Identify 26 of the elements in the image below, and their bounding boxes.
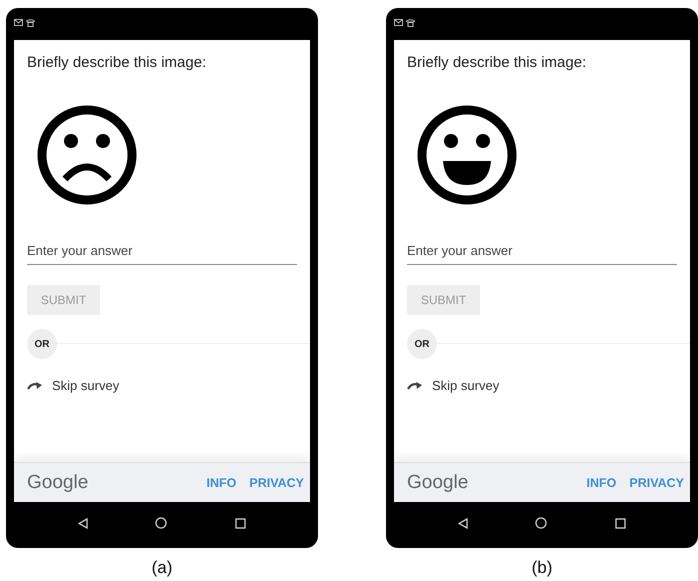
brand-logo-text: Google	[27, 472, 88, 494]
phone-icon	[406, 19, 415, 27]
mail-icon	[394, 19, 403, 26]
prompt-text: Briefly describe this image:	[407, 54, 586, 71]
footer-link[interactable]: PRIVACY	[249, 476, 304, 490]
recents-icon[interactable]	[235, 518, 246, 528]
redo-arrow-icon	[27, 381, 43, 390]
skip-survey-link[interactable]: Skip survey	[27, 378, 120, 393]
or-badge: OR	[407, 329, 437, 359]
or-badge: OR	[27, 329, 57, 359]
recents-icon[interactable]	[615, 518, 626, 528]
prompt-text: Briefly describe this image:	[27, 54, 206, 71]
mail-icon	[14, 19, 23, 26]
home-icon[interactable]	[535, 517, 548, 529]
footer-link[interactable]: INFO	[586, 476, 616, 490]
back-icon[interactable]	[78, 518, 88, 528]
home-icon[interactable]	[155, 517, 168, 529]
footer-link[interactable]: INFO	[206, 476, 236, 490]
back-icon[interactable]	[458, 518, 468, 528]
figure-caption: (a)	[152, 558, 172, 578]
phone-icon	[26, 19, 35, 27]
figure-caption: (b)	[532, 558, 552, 578]
redo-arrow-icon	[407, 381, 423, 390]
skip-survey-link[interactable]: Skip survey	[407, 378, 500, 393]
brand-logo-text: Google	[407, 472, 468, 494]
footer-link[interactable]: PRIVACY	[629, 476, 684, 490]
